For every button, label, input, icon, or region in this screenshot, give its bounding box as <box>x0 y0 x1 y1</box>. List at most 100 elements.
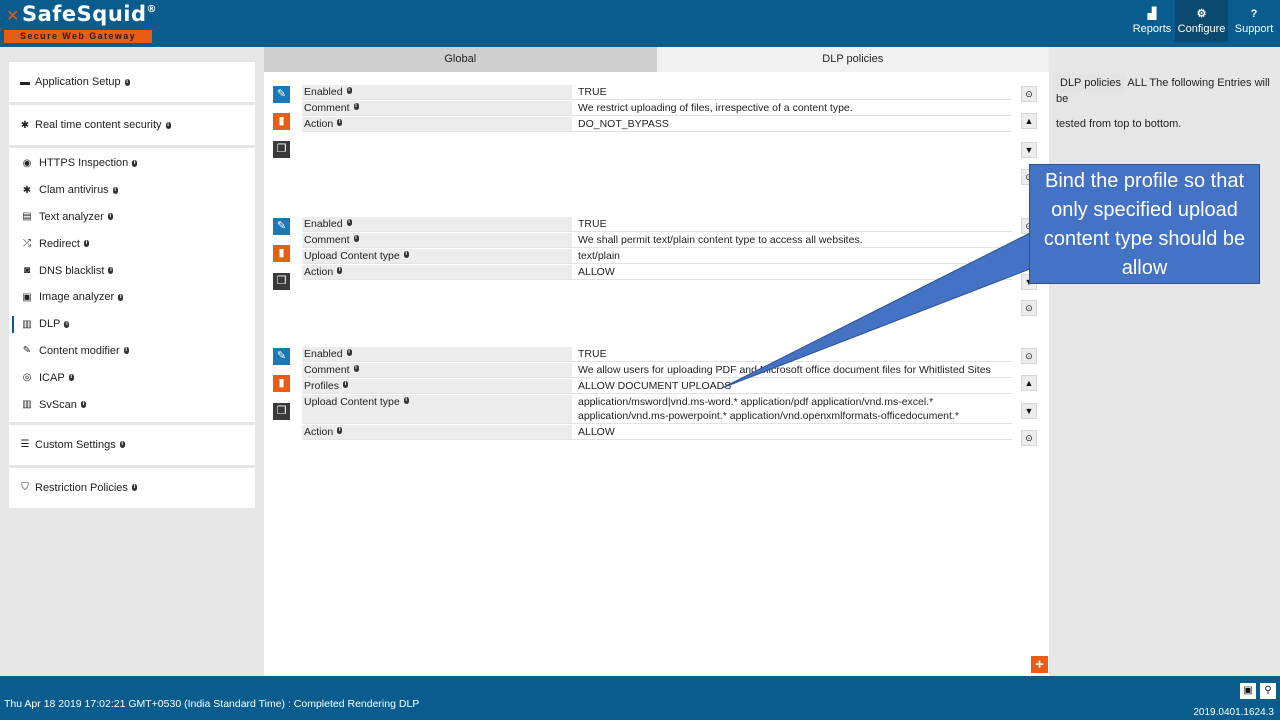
sidebar-section-realtime: ✱ Real time content security i <box>9 105 255 148</box>
sidebar-item-custom-settings[interactable]: ☰ Custom Settings i <box>9 425 255 465</box>
info-icon[interactable]: i <box>346 349 352 356</box>
tab-dlp-policies[interactable]: DLP policies <box>656 47 1049 72</box>
circle-down-icon[interactable]: ⊙ <box>1021 300 1037 316</box>
dns-icon: ◙ <box>23 265 31 277</box>
info-icon[interactable]: i <box>132 159 138 167</box>
info-icon[interactable]: i <box>403 397 409 404</box>
safesquid-logo[interactable]: ✕SafeSquid® Secure Web Gateway <box>4 2 157 44</box>
move-up-button[interactable]: ▲ <box>1021 113 1037 129</box>
field-row[interactable]: Comment i We allow users for uploading PDF… <box>302 362 1012 378</box>
field-row[interactable]: Comment i We shall permit text/plain conte… <box>302 232 1012 248</box>
info-icon[interactable]: i <box>80 401 86 409</box>
sidebar-item-application-setup[interactable]: ▬ Application Setup i <box>9 62 255 102</box>
field-row[interactable]: Profiles i ALLOW DOCUMENT UPLOADS <box>302 378 1012 394</box>
search-icon[interactable]: ⚲ <box>1260 683 1276 699</box>
info-icon[interactable]: i <box>346 87 352 94</box>
info-icon[interactable]: i <box>108 267 114 275</box>
move-down-button[interactable]: ▼ <box>1021 403 1037 419</box>
asterisk-icon: ✱ <box>22 184 32 196</box>
circle-down-icon[interactable]: ⊙ <box>1021 430 1037 446</box>
field-key: Action i <box>302 425 572 439</box>
info-icon[interactable]: i <box>337 267 343 274</box>
field-row[interactable]: Enabled i TRUE <box>302 216 1012 232</box>
edit-icon[interactable]: ✎ <box>273 86 290 103</box>
add-entry-button[interactable]: + <box>1031 656 1048 673</box>
copy-icon[interactable]: ❐ <box>273 273 290 290</box>
sidebar-item-real-time-content-security[interactable]: ✱ Real time content security i <box>9 105 255 145</box>
field-key: Action i <box>302 117 572 131</box>
copy-icon[interactable]: ❐ <box>273 403 290 420</box>
field-row[interactable]: Upload Content type i text/plain <box>302 248 1012 264</box>
save-icon[interactable]: ▣ <box>1240 683 1256 699</box>
question-icon: ? <box>1250 7 1258 20</box>
sidebar-item-image-analyzer[interactable]: ▣ Image analyzer i <box>9 284 255 311</box>
trash-icon[interactable]: ▮ <box>273 245 290 262</box>
sidebar-item-svscan[interactable]: ▥ SvScan i <box>9 391 255 418</box>
field-row[interactable]: Enabled i TRUE <box>302 84 1012 100</box>
sidebar-item-https-inspection[interactable]: ◉ HTTPS Inspection i <box>9 150 255 177</box>
info-icon[interactable]: i <box>353 365 359 372</box>
field-row[interactable]: Comment i We restrict uploading of files, … <box>302 100 1012 116</box>
info-icon[interactable]: i <box>64 320 70 328</box>
circle-up-icon[interactable]: ⊙ <box>1021 86 1037 102</box>
field-row[interactable]: Action i DO_NOT_BYPASS <box>302 116 1012 132</box>
info-icon[interactable]: i <box>403 251 409 258</box>
move-down-button[interactable]: ▼ <box>1021 142 1037 158</box>
circle-up-icon[interactable]: ⊙ <box>1021 348 1037 364</box>
info-icon[interactable]: i <box>112 186 118 194</box>
info-icon[interactable]: i <box>119 441 125 449</box>
info-icon[interactable]: i <box>107 213 113 221</box>
configure-button[interactable]: ⚙ Configure <box>1175 0 1228 42</box>
main-content: Global DLP policies ✎ ▮ ❐ Enabled i TRUE C… <box>264 47 1049 676</box>
sidebar-item-redirect[interactable]: ⤮ Redirect i <box>9 230 255 257</box>
info-icon[interactable]: i <box>353 235 359 242</box>
field-value: ALLOW <box>578 266 615 278</box>
info-icon[interactable]: i <box>353 103 359 110</box>
move-up-button[interactable]: ▲ <box>1021 375 1037 391</box>
info-icon[interactable]: i <box>118 293 124 301</box>
sidebar-item-label: Image analyzer <box>39 291 115 304</box>
edit-icon: ✎ <box>22 345 32 357</box>
field-key: Action i <box>302 265 572 279</box>
sidebar-item-dns-blacklist[interactable]: ◙ DNS blacklist i <box>9 257 255 284</box>
sidebar-item-content-modifier[interactable]: ✎ Content modifier i <box>9 338 255 365</box>
support-button[interactable]: ? Support <box>1228 0 1280 42</box>
entry-fields: Enabled i TRUE Comment i We allow users for … <box>302 346 1012 440</box>
info-icon[interactable]: i <box>83 240 89 248</box>
copy-icon[interactable]: ❐ <box>273 141 290 158</box>
field-value: text/plain <box>578 250 621 262</box>
sidebar-item-dlp[interactable]: ▥ DLP i <box>9 311 255 338</box>
sidebar-item-text-analyzer[interactable]: ▤ Text analyzer i <box>9 204 255 231</box>
logo-title: ✕SafeSquid® <box>4 2 157 26</box>
field-row[interactable]: Action i ALLOW <box>302 264 1012 280</box>
info-icon[interactable]: i <box>165 121 171 129</box>
info-icon[interactable]: i <box>337 119 343 126</box>
image-icon: ▣ <box>22 291 32 303</box>
sidebar-item-restriction-policies[interactable]: ⛉ Restriction Policies i <box>9 468 255 508</box>
trash-icon[interactable]: ▮ <box>273 375 290 392</box>
field-row[interactable]: Enabled i TRUE <box>302 346 1012 362</box>
info-icon[interactable]: i <box>131 484 137 492</box>
info-icon[interactable]: i <box>68 374 74 382</box>
info-icon[interactable]: i <box>343 381 349 388</box>
barcode-icon: ▥ <box>22 399 32 411</box>
info-icon[interactable]: i <box>124 78 130 86</box>
sidebar-item-label: HTTPS Inspection <box>39 157 129 170</box>
edit-icon[interactable]: ✎ <box>273 348 290 365</box>
reports-button[interactable]: ▟ Reports <box>1129 0 1175 42</box>
info-icon[interactable]: i <box>346 219 352 226</box>
edit-icon[interactable]: ✎ <box>273 218 290 235</box>
info-icon[interactable]: i <box>337 427 343 434</box>
field-row[interactable]: Action i ALLOW <box>302 424 1012 440</box>
field-key: Profiles i <box>302 379 572 393</box>
sidebar-item-clam-antivirus[interactable]: ✱ Clam antivirus i <box>9 177 255 204</box>
trash-icon[interactable]: ▮ <box>273 113 290 130</box>
tab-global[interactable]: Global <box>264 47 657 72</box>
sidebar-item-label: SvScan <box>39 398 77 411</box>
info-icon[interactable]: i <box>123 347 129 355</box>
field-value: We allow users for uploading PDF and Mic… <box>578 364 991 376</box>
sidebar-item-icap[interactable]: ◎ ICAP i <box>9 364 255 391</box>
sidebar-item-label: Content modifier <box>39 344 120 357</box>
reports-label: Reports <box>1132 22 1172 35</box>
field-row[interactable]: Upload Content type i application/msword|v… <box>302 394 1012 424</box>
